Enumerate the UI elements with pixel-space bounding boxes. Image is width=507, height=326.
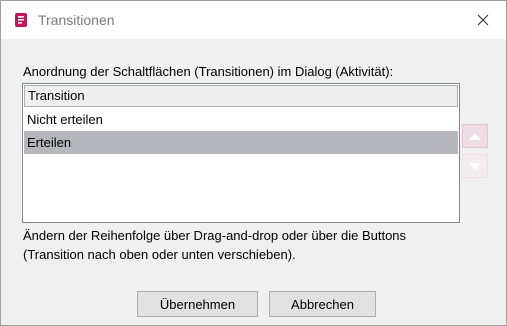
cancel-button[interactable]: Abbrechen	[269, 291, 376, 317]
title-bar: Transitionen	[1, 1, 506, 39]
window-title: Transitionen	[38, 12, 115, 28]
instruction-label: Anordnung der Schaltflächen (Transitione…	[23, 64, 394, 79]
arrow-down-icon	[469, 162, 481, 170]
close-button[interactable]	[460, 1, 506, 39]
transitions-dialog: Transitionen Anordnung der Schaltflächen…	[0, 0, 507, 326]
move-down-button[interactable]	[462, 154, 488, 178]
arrow-up-icon	[469, 132, 481, 140]
list-item-nicht-erteilen[interactable]: Nicht erteilen	[24, 108, 458, 131]
hint-text: Ändern der Reihenfolge über Drag-and-dro…	[23, 228, 407, 262]
transition-list[interactable]: Transition Nicht erteilen Erteilen	[22, 83, 460, 223]
move-up-button[interactable]	[462, 124, 488, 148]
apply-button[interactable]: Übernehmen	[137, 291, 258, 317]
list-item-erteilen[interactable]: Erteilen	[24, 131, 458, 154]
close-icon	[477, 14, 489, 26]
list-header[interactable]: Transition	[24, 85, 458, 107]
document-icon	[15, 13, 27, 27]
